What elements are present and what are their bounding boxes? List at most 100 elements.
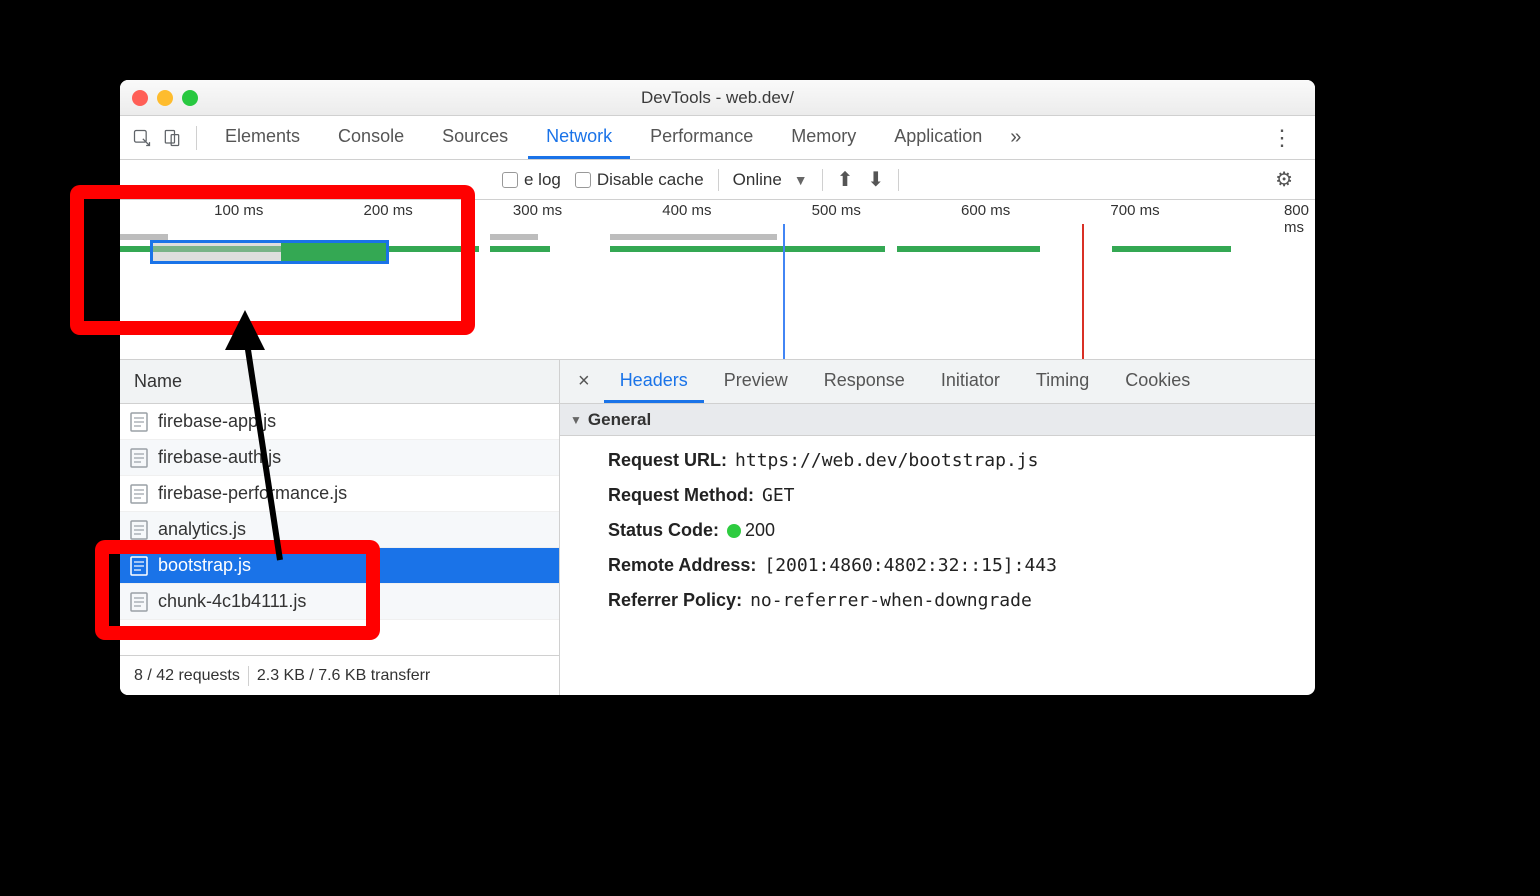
separator <box>718 169 719 191</box>
request-name: firebase-performance.js <box>158 483 347 504</box>
file-icon <box>130 520 148 540</box>
timeline-ruler: 100 ms 200 ms 300 ms 400 ms 500 ms 600 m… <box>120 200 1315 224</box>
request-row[interactable]: analytics.js <box>120 512 559 548</box>
request-row[interactable]: chunk-4c1b4111.js <box>120 584 559 620</box>
ruler-tick: 200 ms <box>364 202 419 219</box>
ruler-tick: 600 ms <box>961 202 1016 219</box>
ruler-tick: 500 ms <box>812 202 867 219</box>
main-tabs: Elements Console Sources Network Perform… <box>120 116 1315 160</box>
device-toggle-icon[interactable] <box>158 124 186 152</box>
status-code-text: 200 <box>745 520 775 540</box>
load-event-marker <box>1082 224 1084 359</box>
header-key: Remote Address: <box>608 555 756 576</box>
header-request-url: Request URL: https://web.dev/bootstrap.j… <box>608 450 1299 471</box>
minimize-window-button[interactable] <box>157 90 173 106</box>
close-detail-icon[interactable]: × <box>568 370 600 393</box>
separator <box>248 666 249 686</box>
section-general[interactable]: ▼ General <box>560 404 1315 436</box>
header-key: Referrer Policy: <box>608 590 742 611</box>
file-icon <box>130 556 148 576</box>
request-list-panel: Name firebase-app.js firebase-auth.js fi… <box>120 360 560 695</box>
dom-content-loaded-marker <box>783 224 785 359</box>
header-referrer-policy: Referrer Policy: no-referrer-when-downgr… <box>608 590 1299 611</box>
request-name: firebase-app.js <box>158 411 276 432</box>
detail-tab-initiator[interactable]: Initiator <box>925 360 1016 403</box>
throttling-select[interactable]: Online ▼ <box>733 170 808 190</box>
header-value: no-referrer-when-downgrade <box>750 590 1032 611</box>
file-icon <box>130 484 148 504</box>
section-title: General <box>588 410 651 430</box>
tab-console[interactable]: Console <box>320 116 422 159</box>
status-transfer: 2.3 KB / 7.6 KB transferr <box>257 667 430 685</box>
status-bar: 8 / 42 requests 2.3 KB / 7.6 KB transfer… <box>120 655 559 695</box>
download-har-icon[interactable]: ⬇ <box>867 167 884 192</box>
timeline-selection[interactable] <box>150 240 389 264</box>
file-icon <box>130 448 148 468</box>
preserve-log-toggle[interactable]: e log <box>502 170 561 190</box>
disclosure-triangle-icon: ▼ <box>570 413 582 427</box>
request-name: firebase-auth.js <box>158 447 281 468</box>
settings-gear-icon[interactable]: ⚙ <box>1275 167 1307 192</box>
header-key: Request Method: <box>608 485 754 506</box>
request-rows: firebase-app.js firebase-auth.js firebas… <box>120 404 559 655</box>
detail-tab-timing[interactable]: Timing <box>1020 360 1105 403</box>
traffic-lights <box>132 90 198 106</box>
header-remote-address: Remote Address: [2001:4860:4802:32::15]:… <box>608 555 1299 576</box>
detail-tab-cookies[interactable]: Cookies <box>1109 360 1206 403</box>
disable-cache-label: Disable cache <box>597 170 704 190</box>
menu-kebab-icon[interactable]: ⋮ <box>1257 125 1307 151</box>
request-detail-panel: × Headers Preview Response Initiator Tim… <box>560 360 1315 695</box>
status-dot-icon <box>727 524 741 538</box>
ruler-tick: 400 ms <box>662 202 717 219</box>
file-icon <box>130 592 148 612</box>
ruler-tick: 300 ms <box>513 202 568 219</box>
tab-memory[interactable]: Memory <box>773 116 874 159</box>
network-split: Name firebase-app.js firebase-auth.js fi… <box>120 360 1315 695</box>
header-request-method: Request Method: GET <box>608 485 1299 506</box>
header-key: Status Code: <box>608 520 719 541</box>
tab-sources[interactable]: Sources <box>424 116 526 159</box>
header-key: Request URL: <box>608 450 727 471</box>
checkbox-icon <box>502 172 518 188</box>
header-value: https://web.dev/bootstrap.js <box>735 450 1038 471</box>
headers-body: Request URL: https://web.dev/bootstrap.j… <box>560 436 1315 625</box>
request-name: bootstrap.js <box>158 555 251 576</box>
separator <box>196 126 197 150</box>
window-title: DevTools - web.dev/ <box>120 88 1315 108</box>
throttling-value: Online <box>733 170 782 190</box>
header-status-code: Status Code: 200 <box>608 520 1299 541</box>
tab-network[interactable]: Network <box>528 116 630 159</box>
devtools-window: DevTools - web.dev/ Elements Console Sou… <box>120 80 1315 695</box>
inspect-icon[interactable] <box>128 124 156 152</box>
detail-tab-preview[interactable]: Preview <box>708 360 804 403</box>
tab-application[interactable]: Application <box>876 116 1000 159</box>
chevron-down-icon: ▼ <box>794 172 808 188</box>
separator <box>822 169 823 191</box>
upload-har-icon[interactable]: ⬆ <box>837 167 854 192</box>
request-row[interactable]: firebase-performance.js <box>120 476 559 512</box>
request-row[interactable]: firebase-app.js <box>120 404 559 440</box>
header-value: 200 <box>727 520 775 541</box>
ruler-tick: 100 ms <box>214 202 269 219</box>
file-icon <box>130 412 148 432</box>
network-overview[interactable]: 100 ms 200 ms 300 ms 400 ms 500 ms 600 m… <box>120 200 1315 360</box>
detail-tab-headers[interactable]: Headers <box>604 360 704 403</box>
header-value: [2001:4860:4802:32::15]:443 <box>764 555 1057 576</box>
ruler-tick: 700 ms <box>1110 202 1165 219</box>
disable-cache-toggle[interactable]: Disable cache <box>575 170 704 190</box>
tab-elements[interactable]: Elements <box>207 116 318 159</box>
separator <box>898 169 899 191</box>
request-name: chunk-4c1b4111.js <box>158 591 306 612</box>
header-value: GET <box>762 485 795 506</box>
more-tabs-icon[interactable]: » <box>1002 126 1029 149</box>
request-row[interactable]: firebase-auth.js <box>120 440 559 476</box>
close-window-button[interactable] <box>132 90 148 106</box>
checkbox-icon <box>575 172 591 188</box>
tab-performance[interactable]: Performance <box>632 116 771 159</box>
column-header-name[interactable]: Name <box>120 360 559 404</box>
preserve-log-label: e log <box>524 170 561 190</box>
detail-tab-response[interactable]: Response <box>808 360 921 403</box>
request-row-selected[interactable]: bootstrap.js <box>120 548 559 584</box>
maximize-window-button[interactable] <box>182 90 198 106</box>
status-requests: 8 / 42 requests <box>134 667 240 685</box>
